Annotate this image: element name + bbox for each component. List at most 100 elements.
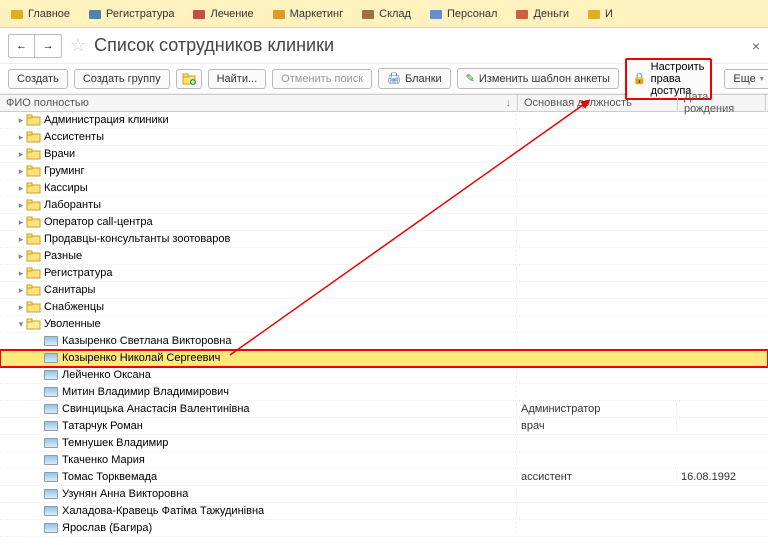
person-name: Ткаченко Мария: [62, 454, 145, 466]
person-position: врач: [517, 420, 677, 432]
person-row[interactable]: Свинцицька Анастасія ВалентинівнаАдминис…: [0, 401, 768, 418]
page-title: Список сотрудников клиники: [94, 35, 334, 56]
folder-label: Врачи: [44, 148, 75, 160]
create-button[interactable]: Создать: [8, 69, 68, 89]
expand-icon[interactable]: ▸: [16, 217, 26, 228]
new-folder-icon[interactable]: [176, 69, 202, 89]
person-row[interactable]: Казыренко Светлана Викторовна: [0, 333, 768, 350]
back-button[interactable]: ←: [9, 35, 35, 57]
pencil-icon: ✎: [466, 72, 475, 85]
folder-icon: [26, 148, 42, 160]
folder-row[interactable]: ▸Оператор call-центра: [0, 214, 768, 231]
person-row[interactable]: Козыренко Николай Сергеевич: [0, 350, 768, 367]
person-name: Свинцицька Анастасія Валентинівна: [62, 403, 250, 415]
more-button[interactable]: Еще ▾: [724, 69, 768, 89]
expand-icon[interactable]: ▸: [16, 251, 26, 262]
module-icon: [192, 7, 206, 21]
expand-icon[interactable]: ▸: [16, 183, 26, 194]
col-name[interactable]: ФИО полностью↓: [0, 95, 518, 111]
topnav-item[interactable]: Склад: [355, 5, 417, 23]
expand-icon[interactable]: ▸: [16, 149, 26, 160]
expand-icon[interactable]: ▸: [16, 166, 26, 177]
expand-icon[interactable]: ▸: [16, 285, 26, 296]
expand-icon[interactable]: ▸: [16, 302, 26, 313]
person-icon: [44, 472, 58, 482]
folder-label: Регистратура: [44, 267, 112, 279]
topnav-label: Склад: [379, 8, 411, 20]
toolbar: Создать Создать группу Найти... Отменить…: [0, 64, 768, 94]
expand-icon[interactable]: ▸: [16, 132, 26, 143]
folder-row[interactable]: ▸Кассиры: [0, 180, 768, 197]
expand-icon[interactable]: ▸: [16, 200, 26, 211]
folder-row[interactable]: ▸ Продавцы-консультанты зоотоваров: [0, 231, 768, 248]
favorite-icon[interactable]: ☆: [70, 35, 86, 56]
person-name: Ярослав (Багира): [62, 522, 152, 534]
folder-row[interactable]: ▸Лаборанты: [0, 197, 768, 214]
person-row[interactable]: Татарчук Романврач: [0, 418, 768, 435]
module-icon: [88, 7, 102, 21]
person-row[interactable]: Ярослав (Багира): [0, 520, 768, 537]
folder-label: Администрация клиники: [44, 114, 169, 126]
person-name: Лейченко Оксана: [62, 369, 151, 381]
employee-tree[interactable]: ▸Администрация клиники▸Ассистенты▸Врачи▸…: [0, 112, 768, 545]
topnav-label: Персонал: [447, 8, 498, 20]
folder-icon: [26, 318, 42, 330]
folder-row[interactable]: ▸ Администрация клиники: [0, 112, 768, 129]
folder-label: Уволенные: [44, 318, 101, 330]
folder-row[interactable]: ▸ Врачи: [0, 146, 768, 163]
folder-icon: [26, 284, 42, 296]
expand-icon[interactable]: ▸: [16, 268, 26, 279]
person-dob: 16.08.1992: [677, 471, 763, 483]
create-group-button[interactable]: Создать группу: [74, 69, 170, 89]
forward-button[interactable]: →: [35, 35, 61, 57]
folder-row[interactable]: ▸ Ассистенты: [0, 129, 768, 146]
person-name: Узунян Анна Викторовна: [62, 488, 188, 500]
person-row[interactable]: Лейченко Оксана: [0, 367, 768, 384]
folder-row[interactable]: ▸Груминг: [0, 163, 768, 180]
topnav-item[interactable]: Персонал: [423, 5, 504, 23]
edit-template-button[interactable]: ✎Изменить шаблон анкеты: [457, 68, 619, 89]
folder-label: Продавцы-консультанты зоотоваров: [44, 233, 230, 245]
lock-icon: 🔒: [633, 72, 647, 85]
topnav-label: Регистратура: [106, 8, 174, 20]
folder-icon: [26, 182, 42, 194]
blanks-button[interactable]: 🖨Бланки: [378, 68, 451, 89]
col-dob[interactable]: Дата рождения: [678, 95, 766, 111]
topnav-label: Маркетинг: [290, 8, 343, 20]
expand-icon[interactable]: ▸: [16, 115, 26, 126]
topnav-item[interactable]: Лечение: [186, 5, 259, 23]
folder-icon: [26, 301, 42, 313]
person-icon: [44, 387, 58, 397]
person-row[interactable]: Узунян Анна Викторовна: [0, 486, 768, 503]
topnav-label: Главное: [28, 8, 70, 20]
folder-row[interactable]: ▾ Уволенные: [0, 316, 768, 333]
topnav-item[interactable]: Маркетинг: [266, 5, 349, 23]
close-icon[interactable]: ×: [752, 38, 760, 54]
folder-label: Ассистенты: [44, 131, 104, 143]
col-position[interactable]: Основная должность: [518, 95, 678, 111]
topnav-item[interactable]: Регистратура: [82, 5, 180, 23]
folder-row[interactable]: ▸Разные: [0, 248, 768, 265]
find-button[interactable]: Найти...: [208, 69, 267, 89]
folder-row[interactable]: ▸ Регистратура: [0, 265, 768, 282]
topnav-label: И: [605, 8, 613, 20]
expand-icon[interactable]: ▾: [16, 319, 26, 330]
folder-icon: [26, 165, 42, 177]
folder-row[interactable]: ▸Снабженцы: [0, 299, 768, 316]
person-name: Томас Торквемада: [62, 471, 157, 483]
topnav-item[interactable]: И: [581, 5, 619, 23]
person-row[interactable]: Митин Владимир Владимирович: [0, 384, 768, 401]
person-icon: [44, 506, 58, 516]
person-row[interactable]: Халадова-Кравець Фатіма Тажудинівна: [0, 503, 768, 520]
person-row[interactable]: Ткаченко Мария: [0, 452, 768, 469]
topnav-item[interactable]: Деньги: [509, 5, 575, 23]
folder-row[interactable]: ▸Санитары: [0, 282, 768, 299]
expand-icon[interactable]: ▸: [16, 234, 26, 245]
person-row[interactable]: Темнушек Владимир: [0, 435, 768, 452]
cancel-search-button[interactable]: Отменить поиск: [272, 69, 372, 89]
module-icon: [587, 7, 601, 21]
person-icon: [44, 336, 58, 346]
topnav-item[interactable]: Главное: [4, 5, 76, 23]
person-row[interactable]: Томас Торквемадаассистент16.08.1992: [0, 469, 768, 486]
module-icon: [272, 7, 286, 21]
